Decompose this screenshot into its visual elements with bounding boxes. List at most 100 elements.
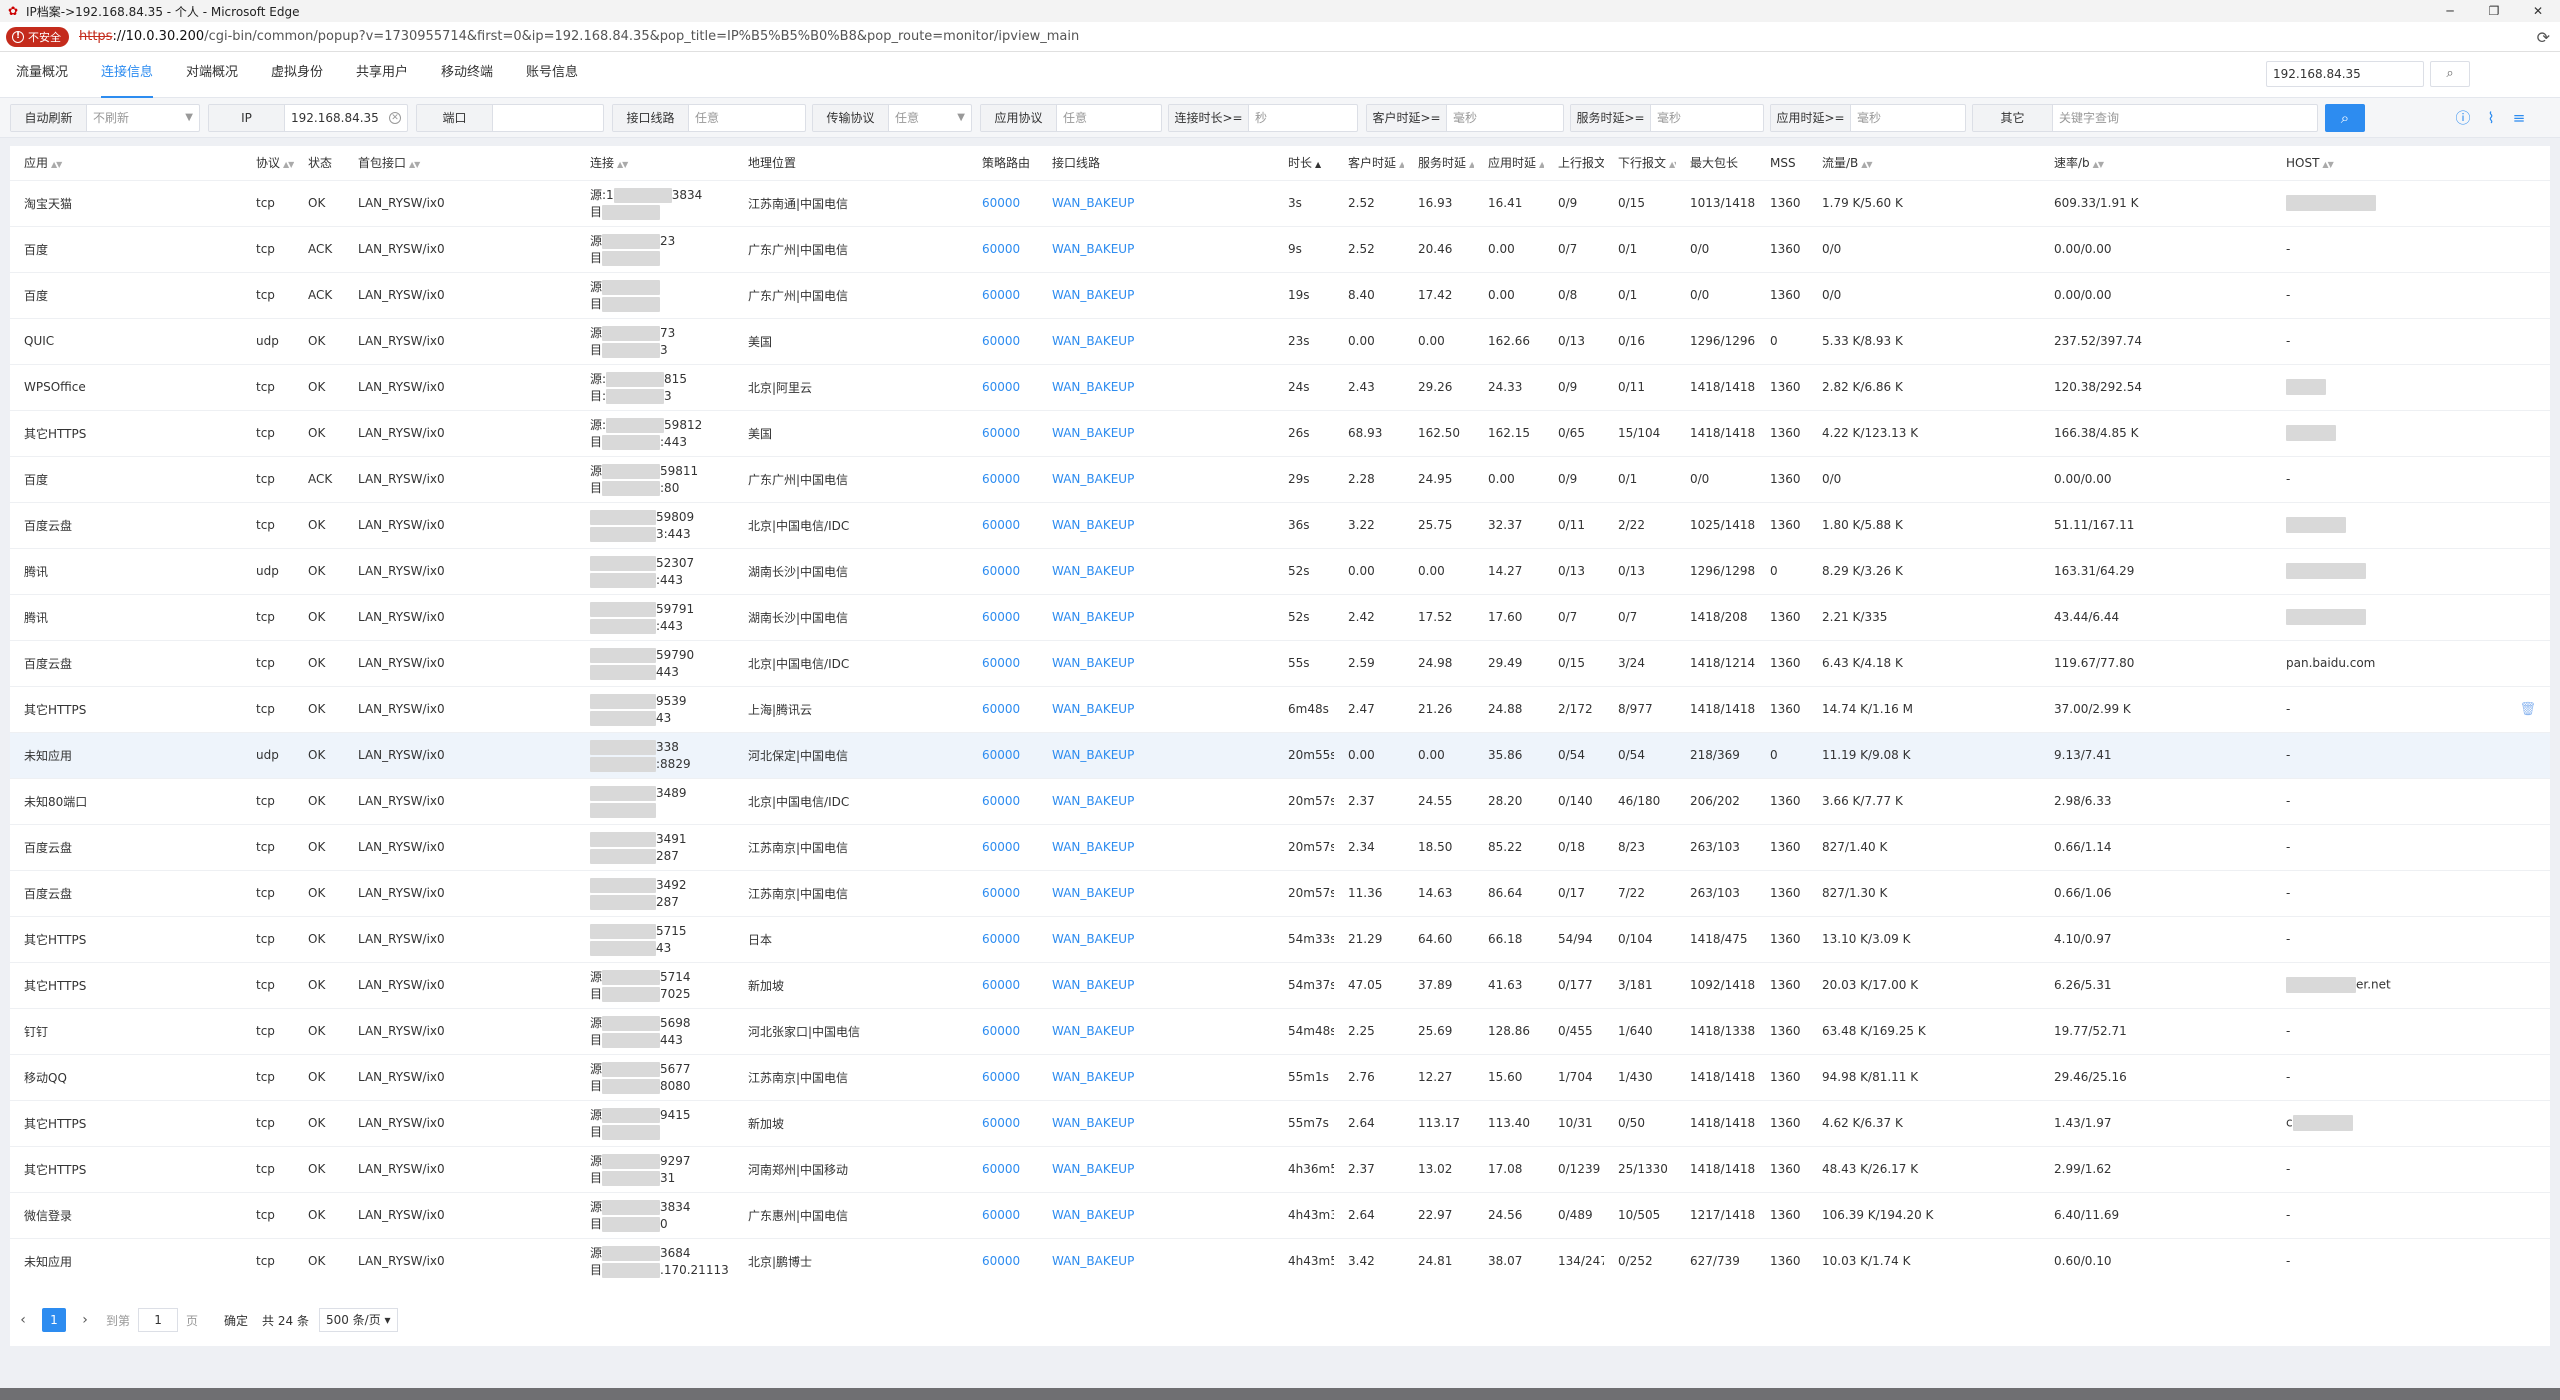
cell-line[interactable]: WAN_BAKEUP [1038,1007,1274,1054]
sort-icon[interactable]: ▲▼ [283,160,294,169]
port-filter[interactable]: 端口 [416,104,604,132]
table-row[interactable]: 其它HTTPS tcp OK LAN_RYSW/ix0 9539 43 上海|腾讯云 6000… [10,685,2550,732]
col-header-up-packets[interactable]: 上行报文▲▼ [1544,146,1604,180]
goto-page-input[interactable]: 1 [138,1308,179,1332]
table-row[interactable]: 其它HTTPS tcp OK LAN_RYSW/ix0 源 5714 目 7025 新加坡 600… [10,961,2550,1008]
cell-line[interactable]: WAN_BAKEUP [1038,823,1274,870]
transport-filter[interactable]: 传输协议 任意 ▼ [812,104,972,132]
cell-route[interactable]: 60000 [968,961,1038,1008]
tab-peer-overview[interactable]: 对端概况 [186,52,238,98]
reload-icon[interactable]: ⟳ [2537,28,2550,47]
cell-route[interactable]: 60000 [968,593,1038,640]
goto-confirm-button[interactable]: 确定 [220,1312,252,1329]
col-header-app-delay[interactable]: 应用时延▲▼ [1474,146,1544,180]
cell-line[interactable]: WAN_BAKEUP [1038,1099,1274,1146]
cell-line[interactable]: WAN_BAKEUP [1038,409,1274,456]
transport-select[interactable]: 任意 ▼ [889,105,971,131]
table-row[interactable]: 腾讯 udp OK LAN_RYSW/ix0 52307:443 湖南长沙|中国电信 600… [10,547,2550,594]
sort-icon[interactable]: ▲▼ [409,160,420,169]
ip-filter[interactable]: IP 192.168.84.35 ✕ [208,104,408,132]
search-icon[interactable]: ⌕ [2430,61,2470,87]
conn-time-input[interactable]: 秒 [1249,105,1357,131]
cell-route[interactable]: 60000 [968,1053,1038,1100]
table-row[interactable]: 其它HTTPS tcp OK LAN_RYSW/ix0 5715 43 日本 60000 WAN… [10,915,2550,962]
cell-route[interactable]: 60000 [968,409,1038,456]
cell-line[interactable]: WAN_BAKEUP [1038,455,1274,502]
sort-icon[interactable]: ▲▼ [2322,160,2333,169]
sort-icon[interactable]: ▲▼ [2093,160,2104,169]
cell-line[interactable]: WAN_BAKEUP [1038,179,1274,226]
cell-line[interactable]: WAN_BAKEUP [1038,593,1274,640]
col-header-host[interactable]: HOST ▲▼ [2272,146,2550,180]
app-proto-input[interactable]: 任意 [1057,105,1161,131]
table-row[interactable]: 未知应用 tcp OK LAN_RYSW/ix0 源 3684 目 .170.21113 北京|… [10,1237,2550,1284]
cell-route[interactable]: 60000 [968,1007,1038,1054]
sort-icon[interactable]: ▲ [1315,160,1321,169]
cell-line[interactable]: WAN_BAKEUP [1038,501,1274,548]
pulse-icon[interactable]: ⌇ [2479,106,2503,130]
cell-route[interactable]: 60000 [968,685,1038,732]
iface-filter[interactable]: 接口线路 任意 [612,104,806,132]
page-number[interactable]: 1 [42,1308,66,1332]
table-row[interactable]: 其它HTTPS tcp OK LAN_RYSW/ix0 源 9297 目 31 河南郑州|中国移… [10,1145,2550,1192]
restore-icon[interactable]: ❐ [2472,0,2516,22]
cell-route[interactable]: 60000 [968,547,1038,594]
cell-line[interactable]: WAN_BAKEUP [1038,317,1274,364]
refresh-select[interactable]: 不刷新 ▼ [87,105,199,131]
table-row[interactable]: 百度云盘 tcp OK LAN_RYSW/ix0 3491 287 江苏南京|中国电信 600… [10,823,2550,870]
keyword-input[interactable]: 关键字查询 [2053,105,2317,131]
client-delay-filter[interactable]: 客户时延>= 毫秒 [1366,104,1564,132]
table-row[interactable]: 其它HTTPS tcp OK LAN_RYSW/ix0 源 9415 目 新加坡 60000 WA… [10,1099,2550,1146]
refresh-filter[interactable]: 自动刷新 不刷新 ▼ [10,104,200,132]
table-row[interactable]: 腾讯 tcp OK LAN_RYSW/ix0 59791:443 湖南长沙|中国电信 600… [10,593,2550,640]
info-icon[interactable]: ⓘ [2451,106,2475,130]
cell-route[interactable]: 60000 [968,271,1038,318]
ip-search-input[interactable] [2266,61,2424,87]
tab-connections[interactable]: 连接信息 [101,52,154,98]
cell-line[interactable]: WAN_BAKEUP [1038,639,1274,686]
cell-line[interactable]: WAN_BAKEUP [1038,869,1274,916]
sort-icon[interactable]: ▲▼ [1469,160,1474,169]
app-proto-filter[interactable]: 应用协议 任意 [980,104,1162,132]
table-row[interactable]: 百度云盘 tcp OK LAN_RYSW/ix0 59790 443 北京|中国电信/IDC… [10,639,2550,686]
app-delay-filter[interactable]: 应用时延>= 毫秒 [1770,104,1966,132]
cell-route[interactable]: 60000 [968,731,1038,778]
tab-traffic-overview[interactable]: 流量概况 [16,52,68,98]
table-row[interactable]: 百度 tcp ACK LAN_RYSW/ix0 源 59811 目:80 广东广州|中国电信 6… [10,455,2550,502]
cell-line[interactable]: WAN_BAKEUP [1038,1191,1274,1238]
sort-icon[interactable]: ▲▼ [1539,160,1544,169]
cell-route[interactable]: 60000 [968,1191,1038,1238]
sort-icon[interactable]: ▲▼ [1669,160,1676,169]
cell-line[interactable]: WAN_BAKEUP [1038,1237,1274,1284]
table-row[interactable]: 其它HTTPS tcp OK LAN_RYSW/ix0 源: 59812 目:443 美国 60… [10,409,2550,456]
tab-mobile-terminals[interactable]: 移动终端 [441,52,493,98]
cell-route[interactable]: 60000 [968,179,1038,226]
next-page-icon[interactable]: › [72,1312,98,1328]
cell-line[interactable]: WAN_BAKEUP [1038,271,1274,318]
close-icon[interactable]: ✕ [2516,0,2560,22]
cell-line[interactable]: WAN_BAKEUP [1038,1053,1274,1100]
table-row[interactable]: 淘宝天猫 tcp OK LAN_RYSW/ix0 源:1 3834 目 江苏南通|中国电信 60… [10,179,2550,226]
cell-line[interactable]: WAN_BAKEUP [1038,961,1274,1008]
table-row[interactable]: 百度 tcp ACK LAN_RYSW/ix0 源目广东广州|中国电信 60000 WAN_… [10,271,2550,318]
sort-icon[interactable]: ▲▼ [1399,160,1404,169]
cell-route[interactable]: 60000 [968,1145,1038,1192]
insecure-badge[interactable]: ! 不安全 [6,26,69,47]
col-header-duration[interactable]: 时长 ▲ [1274,146,1334,180]
cell-line[interactable]: WAN_BAKEUP [1038,547,1274,594]
trash-icon[interactable]: 🗑 [2519,702,2536,717]
cell-route[interactable]: 60000 [968,777,1038,824]
cell-route[interactable]: 60000 [968,1237,1038,1284]
col-header-server-delay[interactable]: 服务时延▲▼ [1404,146,1474,180]
cell-line[interactable]: WAN_BAKEUP [1038,731,1274,778]
conn-time-filter[interactable]: 连接时长>= 秒 [1168,104,1358,132]
table-row[interactable]: 钉钉 tcp OK LAN_RYSW/ix0 源 5698 目 443 河北张家口|中国电信 60… [10,1007,2550,1054]
sort-icon[interactable]: ▲▼ [51,160,62,169]
cell-route[interactable]: 60000 [968,915,1038,962]
clear-icon[interactable]: ✕ [389,112,401,124]
iface-input[interactable]: 任意 [689,105,805,131]
page-size-select[interactable]: 500 条/页 ▾ [318,1308,398,1332]
tab-account-info[interactable]: 账号信息 [526,52,578,98]
cell-route[interactable]: 60000 [968,501,1038,548]
client-delay-input[interactable]: 毫秒 [1447,105,1563,131]
